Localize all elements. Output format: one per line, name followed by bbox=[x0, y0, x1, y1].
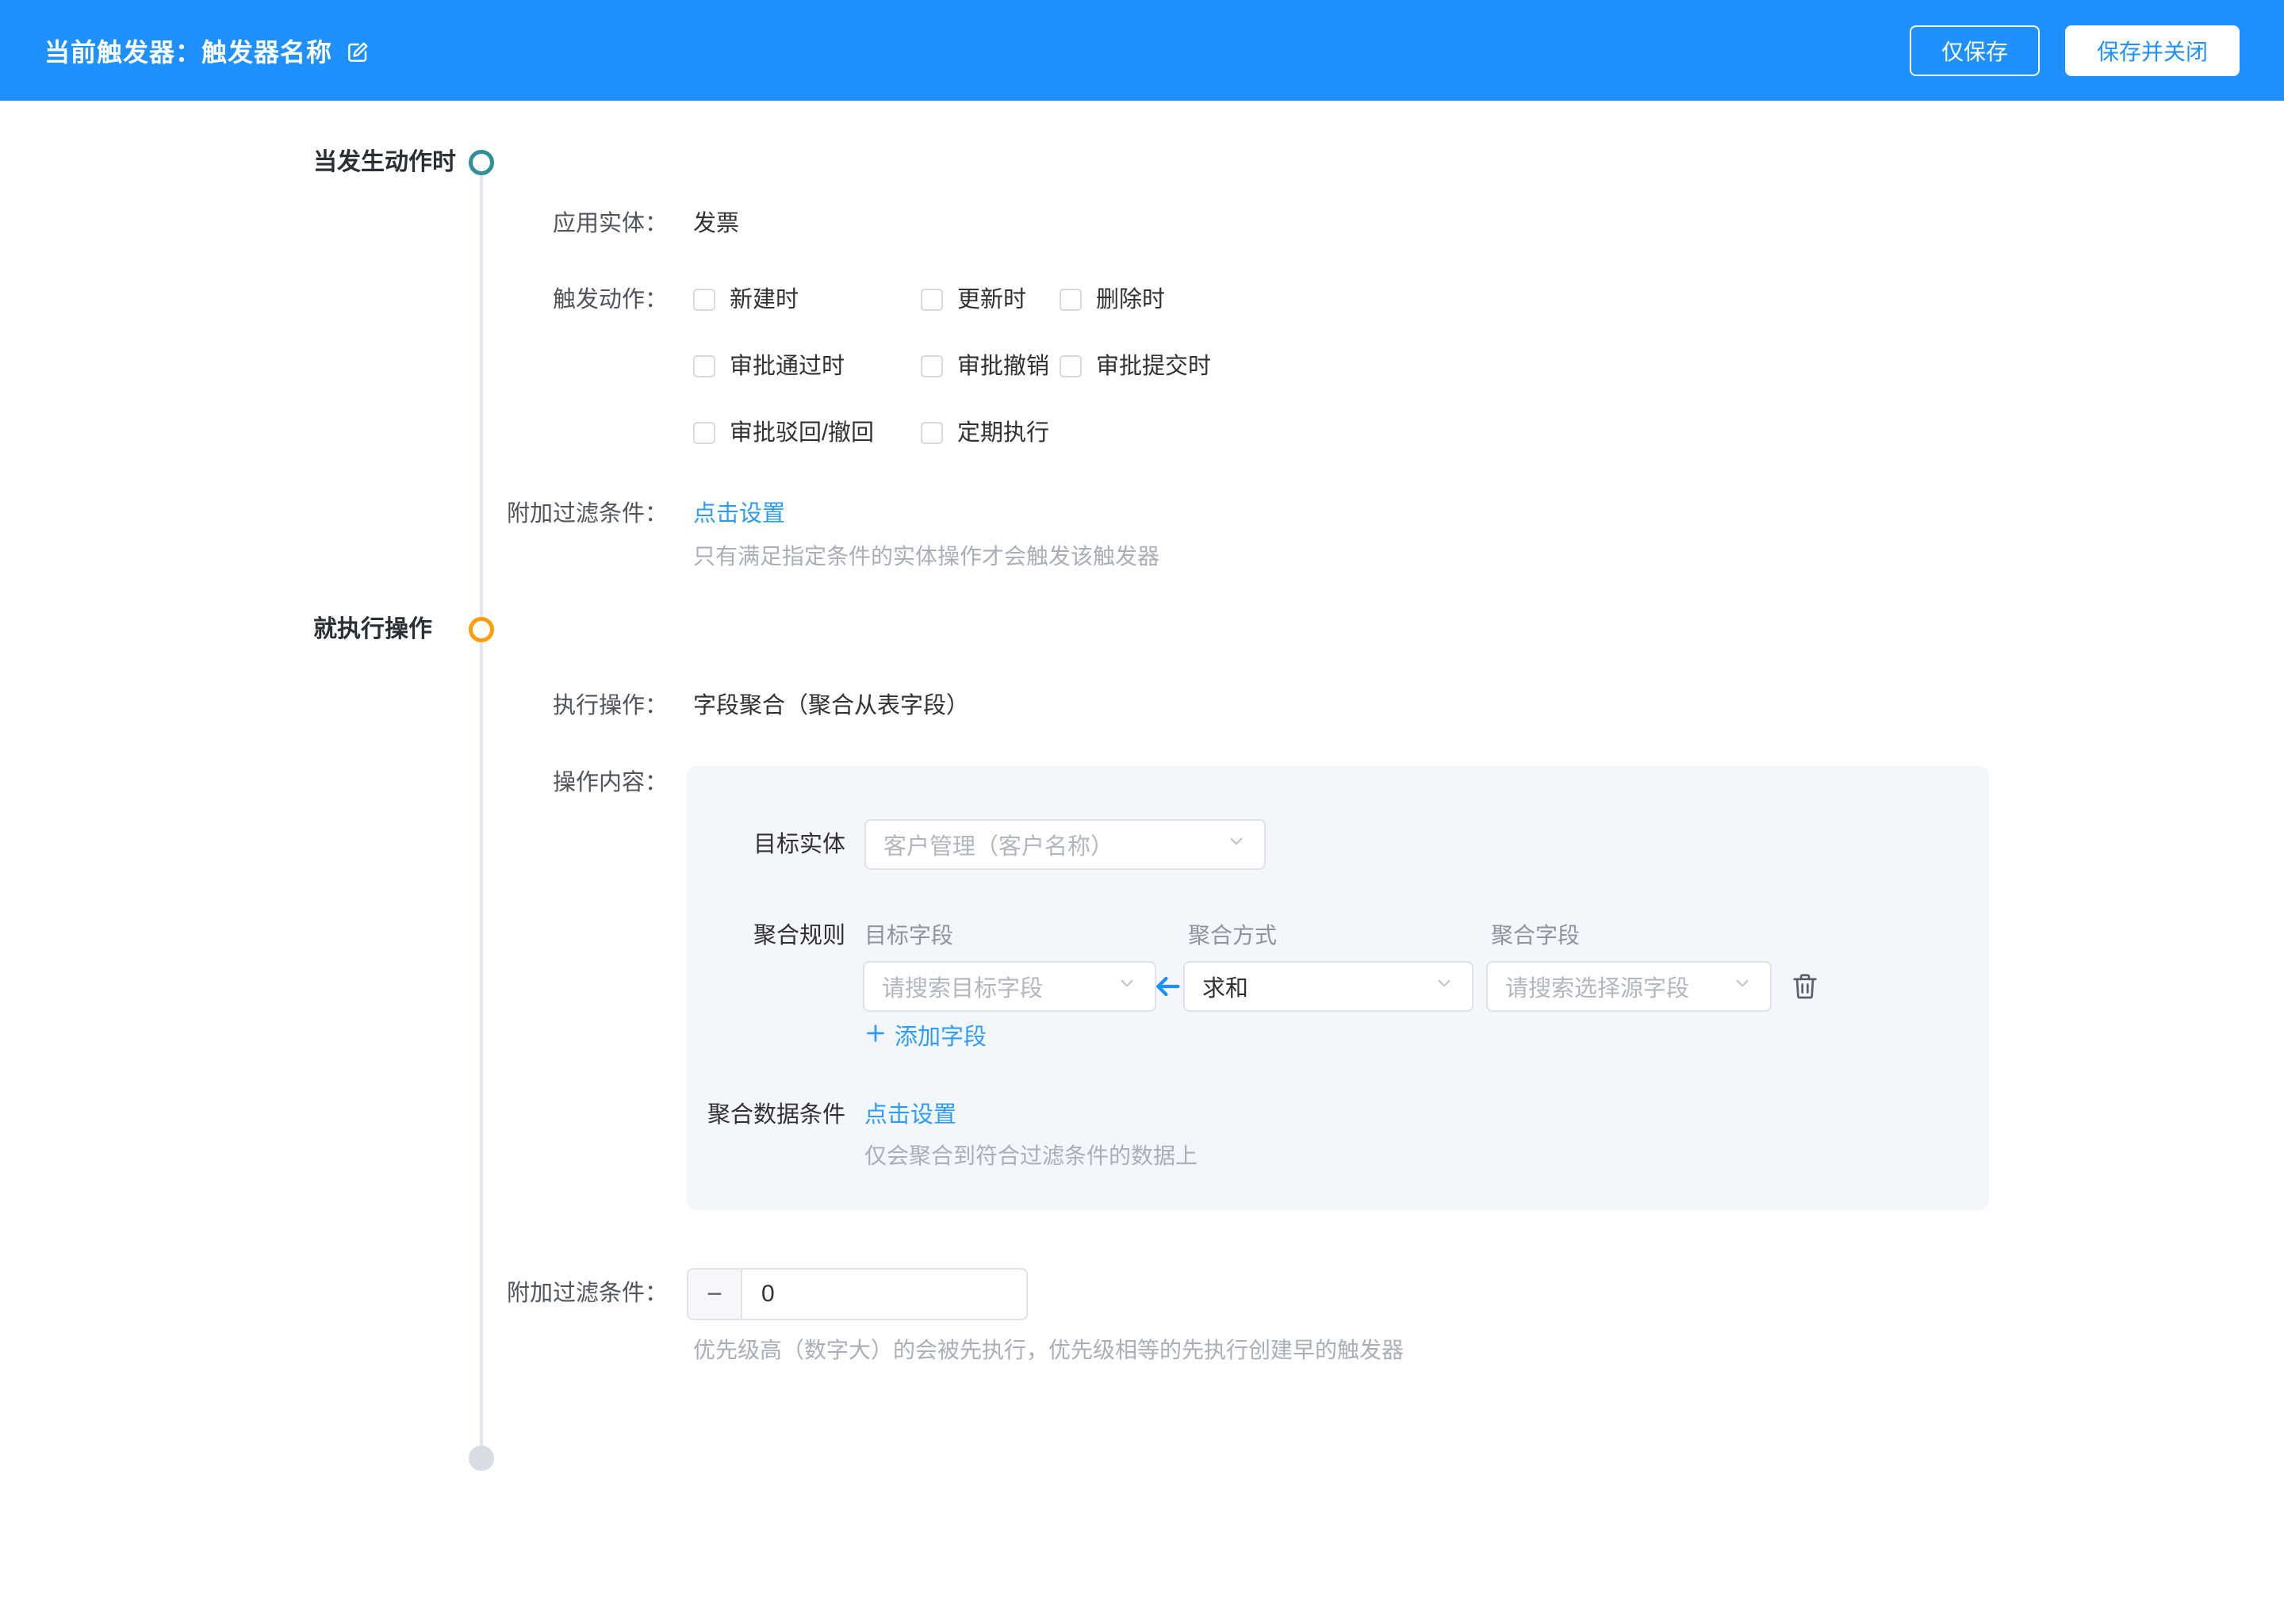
chevron-down-icon bbox=[1732, 973, 1753, 1000]
filter-condition-row: 附加过滤条件： 点击设置 bbox=[0, 498, 2284, 530]
trigger-actions-row: 触发动作： 新建时 更新时 删除时审批通过时 审批撤销 审批提交时审批驳回/撤回 定期执行 bbox=[0, 284, 2284, 449]
add-field-button[interactable]: 添加字段 bbox=[864, 1021, 987, 1053]
trigger-action-label: 更新时 bbox=[957, 284, 1026, 316]
trigger-action-option[interactable]: 定期执行 bbox=[921, 417, 1060, 449]
checkbox-icon[interactable] bbox=[921, 289, 943, 311]
aggregation-condition-label: 聚合数据条件 bbox=[687, 1099, 845, 1131]
trigger-action-option[interactable]: 更新时 bbox=[921, 284, 1060, 316]
target-field-select[interactable]: 请搜索目标字段 bbox=[863, 961, 1156, 1012]
timeline-step1-circle-icon bbox=[469, 150, 494, 175]
header-bar: 当前触发器：触发器名称 仅保存 保存并关闭 bbox=[0, 0, 2284, 101]
checkbox-icon[interactable] bbox=[693, 289, 715, 311]
source-field-select[interactable]: 请搜索选择源字段 bbox=[1486, 961, 1772, 1012]
target-field-placeholder: 请搜索目标字段 bbox=[882, 970, 1043, 1003]
step1-title: 当发生动作时 bbox=[313, 147, 456, 178]
trigger-action-option[interactable]: 审批驳回/撤回 bbox=[693, 417, 921, 449]
operation-label: 执行操作： bbox=[0, 690, 668, 722]
chevron-down-icon bbox=[1226, 831, 1247, 858]
priority-row: 附加过滤条件： bbox=[0, 1277, 2284, 1309]
trigger-action-option[interactable]: 审批通过时 bbox=[693, 350, 921, 382]
filter-setup-link[interactable]: 点击设置 bbox=[693, 501, 785, 527]
trigger-action-label: 审批通过时 bbox=[730, 350, 845, 382]
method-column-header: 聚合方式 bbox=[1188, 920, 1277, 952]
trigger-editor-screen: 当前触发器：触发器名称 仅保存 保存并关闭 当发生动作时 就执行操作 应用实体：… bbox=[0, 0, 2284, 1624]
chevron-down-icon bbox=[1434, 973, 1454, 1000]
trigger-action-option[interactable]: 新建时 bbox=[693, 284, 921, 316]
arrow-left-icon bbox=[1150, 971, 1185, 1002]
operation-value: 字段聚合（聚合从表字段） bbox=[693, 690, 969, 722]
trigger-action-label: 新建时 bbox=[730, 284, 799, 316]
save-and-close-button[interactable]: 保存并关闭 bbox=[2065, 25, 2240, 76]
page-title: 当前触发器：触发器名称 bbox=[44, 33, 332, 69]
timeline-step2-circle-icon bbox=[469, 617, 494, 642]
target-entity-select-value: 客户管理（客户名称） bbox=[883, 828, 1113, 861]
trigger-action-label: 审批撤销 bbox=[957, 350, 1049, 382]
target-entity-select[interactable]: 客户管理（客户名称） bbox=[864, 819, 1266, 870]
trigger-action-option[interactable]: 审批撤销 bbox=[921, 350, 1060, 382]
checkbox-icon[interactable] bbox=[1060, 355, 1082, 377]
checkbox-icon[interactable] bbox=[693, 422, 715, 444]
plus-icon bbox=[864, 1021, 887, 1053]
trigger-action-label: 删除时 bbox=[1096, 284, 1165, 316]
checkbox-icon[interactable] bbox=[693, 355, 715, 377]
source-field-placeholder: 请搜索选择源字段 bbox=[1505, 970, 1689, 1003]
timeline-end-dot-icon bbox=[469, 1446, 494, 1471]
step2-title: 就执行操作 bbox=[313, 614, 432, 645]
trash-icon bbox=[1789, 971, 1821, 1002]
add-field-label: 添加字段 bbox=[895, 1021, 987, 1053]
filter-condition-hint: 只有满足指定条件的实体操作才会触发该触发器 bbox=[693, 541, 1159, 573]
entity-value: 发票 bbox=[693, 208, 739, 239]
target-field-column-header: 目标字段 bbox=[864, 920, 953, 952]
source-field-column-header: 聚合字段 bbox=[1491, 920, 1580, 952]
priority-input[interactable] bbox=[742, 1270, 1028, 1319]
trigger-actions-label: 触发动作： bbox=[0, 284, 668, 316]
trigger-action-label: 定期执行 bbox=[957, 417, 1049, 449]
trigger-action-option[interactable]: 审批提交时 bbox=[1060, 350, 1211, 382]
trigger-action-label: 审批提交时 bbox=[1096, 350, 1211, 382]
trigger-actions-grid: 新建时 更新时 删除时审批通过时 审批撤销 审批提交时审批驳回/撤回 定期执行 bbox=[693, 284, 1211, 449]
aggregation-rules-label: 聚合规则 bbox=[687, 920, 845, 952]
priority-hint: 优先级高（数字大）的会被先执行，优先级相等的先执行创建早的触发器 bbox=[693, 1335, 1404, 1366]
content-label: 操作内容： bbox=[0, 767, 668, 799]
target-entity-label: 目标实体 bbox=[687, 829, 845, 860]
operation-row: 执行操作： 字段聚合（聚合从表字段） bbox=[0, 690, 2284, 722]
decrease-button[interactable]: − bbox=[688, 1270, 742, 1319]
aggregation-method-value: 求和 bbox=[1202, 970, 1248, 1003]
checkbox-icon[interactable] bbox=[921, 422, 943, 444]
main-content: 当发生动作时 就执行操作 应用实体： 发票 触发动作： 新建时 更新时 删除时审批通… bbox=[0, 101, 2284, 1624]
save-only-button[interactable]: 仅保存 bbox=[1910, 25, 2040, 76]
checkbox-icon[interactable] bbox=[1060, 289, 1082, 311]
trigger-action-label: 审批驳回/撤回 bbox=[730, 417, 874, 449]
operation-content-panel: 目标实体 客户管理（客户名称） 聚合规则 目标字段 聚合方式 聚合字段 请搜索目… bbox=[687, 766, 1989, 1210]
entity-row: 应用实体： 发票 bbox=[0, 208, 2284, 239]
checkbox-icon[interactable] bbox=[921, 355, 943, 377]
aggregation-condition-hint: 仅会聚合到符合过滤条件的数据上 bbox=[864, 1140, 1198, 1172]
filter-condition-label: 附加过滤条件： bbox=[0, 498, 668, 530]
priority-label: 附加过滤条件： bbox=[0, 1277, 668, 1309]
priority-stepper: − + bbox=[687, 1268, 1028, 1320]
entity-label: 应用实体： bbox=[0, 208, 668, 239]
aggregation-condition-setup-link[interactable]: 点击设置 bbox=[864, 1099, 956, 1131]
trigger-action-option[interactable]: 删除时 bbox=[1060, 284, 1211, 316]
aggregation-method-select[interactable]: 求和 bbox=[1183, 961, 1473, 1012]
delete-rule-button[interactable] bbox=[1786, 967, 1824, 1005]
chevron-down-icon bbox=[1117, 973, 1137, 1000]
edit-icon[interactable] bbox=[345, 40, 370, 65]
